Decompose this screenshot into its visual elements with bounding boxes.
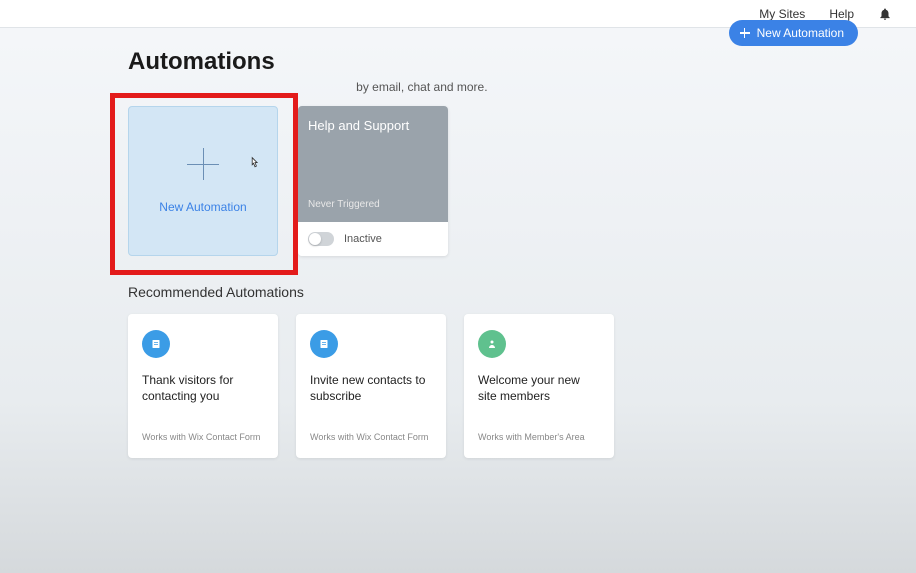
new-automation-card-label: New Automation — [159, 200, 246, 214]
recommended-card-sub: Works with Wix Contact Form — [310, 432, 432, 444]
recommended-card-sub: Works with Wix Contact Form — [142, 432, 264, 444]
form-icon — [310, 330, 338, 358]
recommended-card-title: Thank visitors for contacting you — [142, 372, 264, 404]
notifications-icon[interactable] — [878, 7, 892, 21]
recommended-card[interactable]: Invite new contacts to subscribe Works w… — [296, 314, 446, 458]
recommended-card[interactable]: Thank visitors for contacting you Works … — [128, 314, 278, 458]
recommended-row: Thank visitors for contacting you Works … — [128, 314, 788, 458]
main-content: Automations Create and manage automated … — [0, 28, 916, 458]
recommended-card-sub: Works with Member's Area — [478, 432, 600, 444]
automation-card-trigger: Never Triggered — [308, 199, 438, 210]
automation-card-footer: Inactive — [298, 222, 448, 256]
plus-icon — [187, 148, 219, 180]
automation-card-header: Help and Support Never Triggered — [298, 106, 448, 222]
pointer-cursor-icon — [248, 155, 262, 173]
status-toggle[interactable] — [308, 232, 334, 246]
new-automation-card[interactable]: New Automation — [128, 106, 278, 256]
help-link[interactable]: Help — [829, 7, 854, 21]
automation-card-help[interactable]: Help and Support Never Triggered Inactiv… — [298, 106, 448, 256]
automation-card-title: Help and Support — [308, 118, 438, 133]
page-title: Automations — [128, 48, 788, 76]
my-sites-link[interactable]: My Sites — [759, 7, 805, 21]
recommended-card-title: Invite new contacts to subscribe — [310, 372, 432, 404]
form-icon — [142, 330, 170, 358]
recommended-heading: Recommended Automations — [128, 284, 788, 300]
person-icon — [478, 330, 506, 358]
automations-row: New Automation Help and Support Never Tr… — [128, 106, 788, 256]
status-label: Inactive — [344, 233, 382, 245]
recommended-card-title: Welcome your new site members — [478, 372, 600, 404]
recommended-card[interactable]: Welcome your new site members Works with… — [464, 314, 614, 458]
page-subtitle: Create and manage automated responses by… — [128, 80, 788, 94]
